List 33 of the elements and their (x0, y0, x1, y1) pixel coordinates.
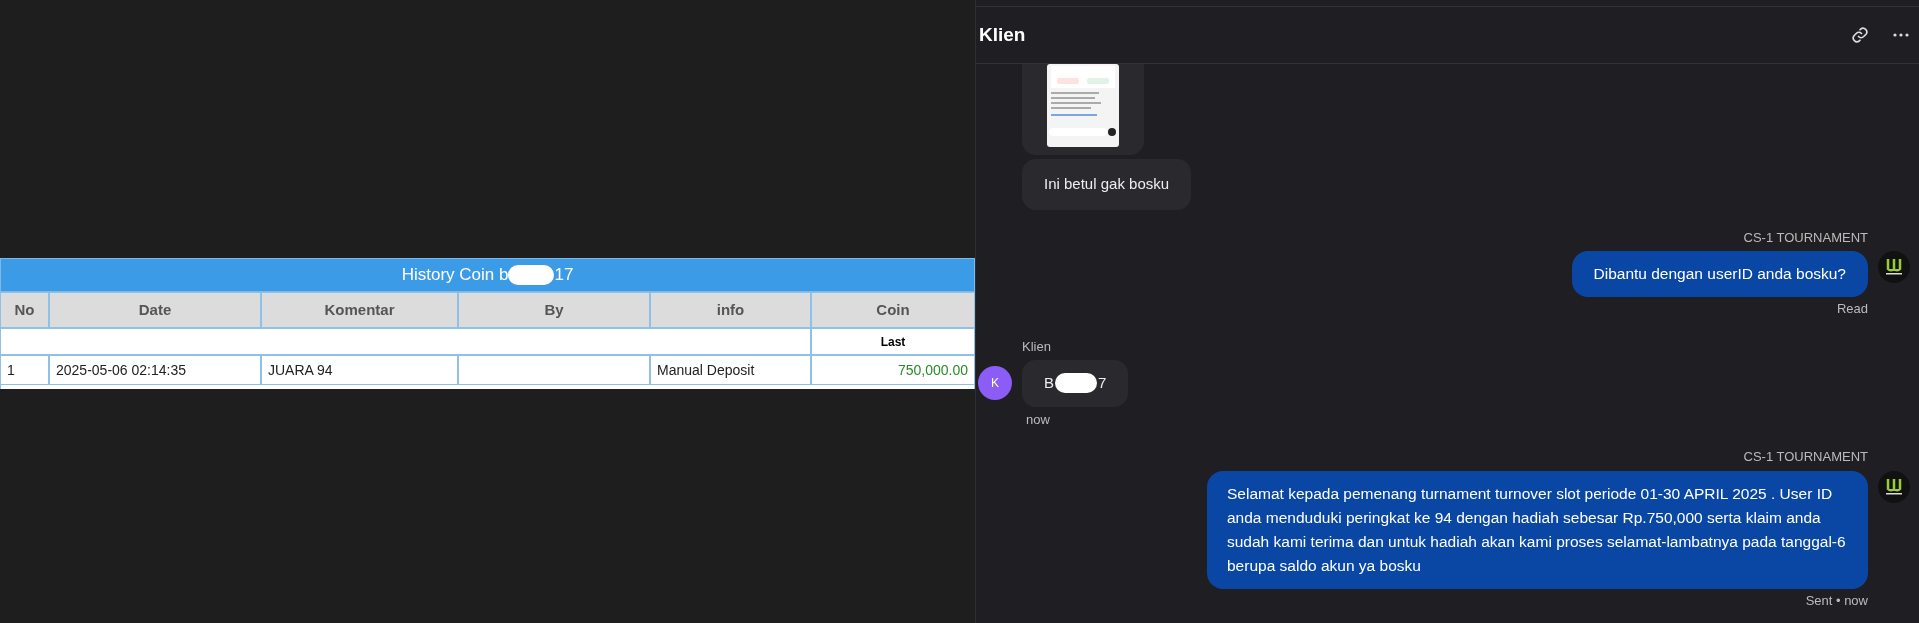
table-title: 17 (554, 264, 574, 287)
sender-name: CS-1 TOURNAMENT (1743, 228, 1868, 247)
column-header: Date (49, 292, 261, 328)
table-cell: 1 (0, 355, 49, 385)
sender-name: CS-1 TOURNAMENT (1743, 448, 1868, 466)
link-icon[interactable] (1851, 26, 1869, 44)
message-text: B (1044, 373, 1054, 393)
message-bubble: Selamat kepada pemenang turnament turnover slot periode 01-30 APRIL 2025 . User ID anda menduduki peringkat ke 94 dengan hadiah sebesar Rp.750,000 serta klaim anda sudah kami terima dan untuk hadiah akan kami proses selamat-lambatnya pada tanggal-6 berupa saldo akun ya bosku (1207, 470, 1868, 589)
table-cell: 2025-05-06 02:14:35 (49, 355, 261, 385)
redaction-mark (508, 265, 555, 285)
avatar: K (978, 366, 1012, 401)
table-cell: JUARA 94 (261, 355, 458, 385)
table-cell: 750,000.00 (811, 355, 975, 385)
message-status: Sent • now (1805, 591, 1868, 610)
table-title: History Coin b (401, 264, 509, 287)
column-header: Coin (811, 292, 975, 328)
column-header: By (458, 292, 650, 328)
column-subheader: Last (811, 328, 975, 355)
more-icon[interactable] (1893, 33, 1909, 37)
table-cell: Manual Deposit (650, 355, 811, 385)
redaction-mark (1055, 373, 1097, 394)
logo-avatar-icon (1878, 470, 1910, 503)
message-bubble: Ini betul gak bosku (1022, 159, 1192, 210)
chat-title: Klien (979, 22, 1026, 47)
column-header: Komentar (261, 292, 458, 328)
sender-name: Klien (1022, 337, 1051, 356)
message-status: Read (1836, 300, 1868, 318)
column-header: info (650, 292, 811, 328)
message-text: 7 (1098, 373, 1107, 393)
column-header: No (0, 292, 49, 328)
message-bubble: Dibantu dengan userID anda bosku? (1571, 251, 1868, 297)
message-time: now (1026, 410, 1050, 429)
logo-avatar-icon (1878, 251, 1910, 283)
